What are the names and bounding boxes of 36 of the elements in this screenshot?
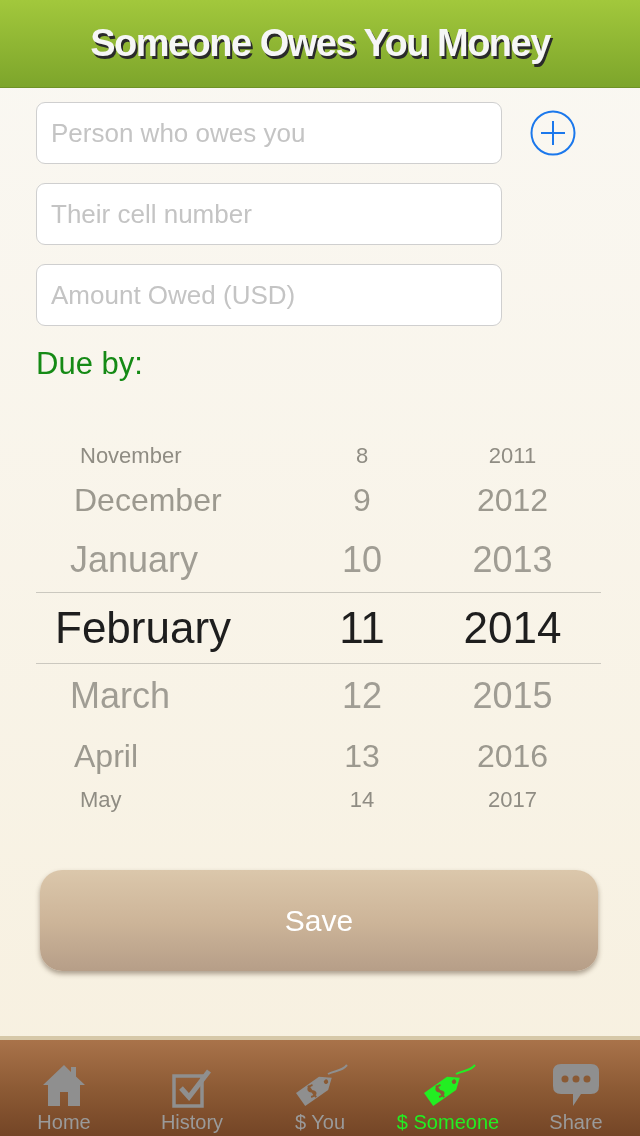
tab-bar-item[interactable]: Home	[0, 1040, 128, 1136]
picker-year[interactable]: 2012	[476, 484, 549, 516]
picker-month[interactable]: April	[36, 740, 138, 772]
picker-year[interactable]: 2011	[488, 445, 537, 467]
tab-bar-item[interactable]: History	[128, 1040, 256, 1136]
picker-day[interactable]: 10	[341, 542, 382, 578]
save-button[interactable]: Save	[40, 870, 598, 971]
input-field[interactable]: Their cell number	[36, 183, 502, 245]
input-field[interactable]: Person who owes you	[36, 102, 502, 164]
picker-year[interactable]: 2015	[472, 678, 553, 714]
due-by-label: Due by:	[36, 346, 143, 382]
picker-month[interactable]: December	[36, 484, 222, 516]
picker-year[interactable]: 2016	[476, 740, 549, 772]
picker-month[interactable]: January	[36, 542, 199, 578]
picker-day[interactable]: 9	[353, 484, 371, 516]
speech-bubble-icon	[551, 1062, 601, 1108]
checkbox-icon	[172, 1068, 212, 1108]
screen-title: Someone Owes You Money	[90, 21, 550, 66]
picker-month[interactable]: March	[36, 678, 171, 714]
picker-month[interactable]: May	[36, 789, 122, 811]
picker-year[interactable]: 2014	[463, 606, 562, 650]
picker-year[interactable]: 2017	[488, 789, 537, 811]
picker-year[interactable]: 2013	[472, 542, 553, 578]
tab-bar-item[interactable]: $ You	[256, 1040, 384, 1136]
tab-bar-item[interactable]: Share	[512, 1040, 640, 1136]
picker-day[interactable]: 11	[339, 606, 385, 650]
input-field[interactable]: Amount Owed (USD)	[36, 264, 502, 326]
picker-month[interactable]: February	[36, 606, 232, 650]
picker-day[interactable]: 12	[341, 678, 382, 714]
picker-day[interactable]: 14	[349, 789, 375, 811]
add-icon[interactable]	[530, 110, 576, 156]
picker-day[interactable]: 8	[355, 445, 369, 467]
picker-month[interactable]: November	[36, 445, 182, 467]
picker-day[interactable]: 13	[344, 740, 380, 772]
tab-bar-item[interactable]: $ Someone	[384, 1040, 512, 1136]
home-icon	[41, 1062, 87, 1108]
